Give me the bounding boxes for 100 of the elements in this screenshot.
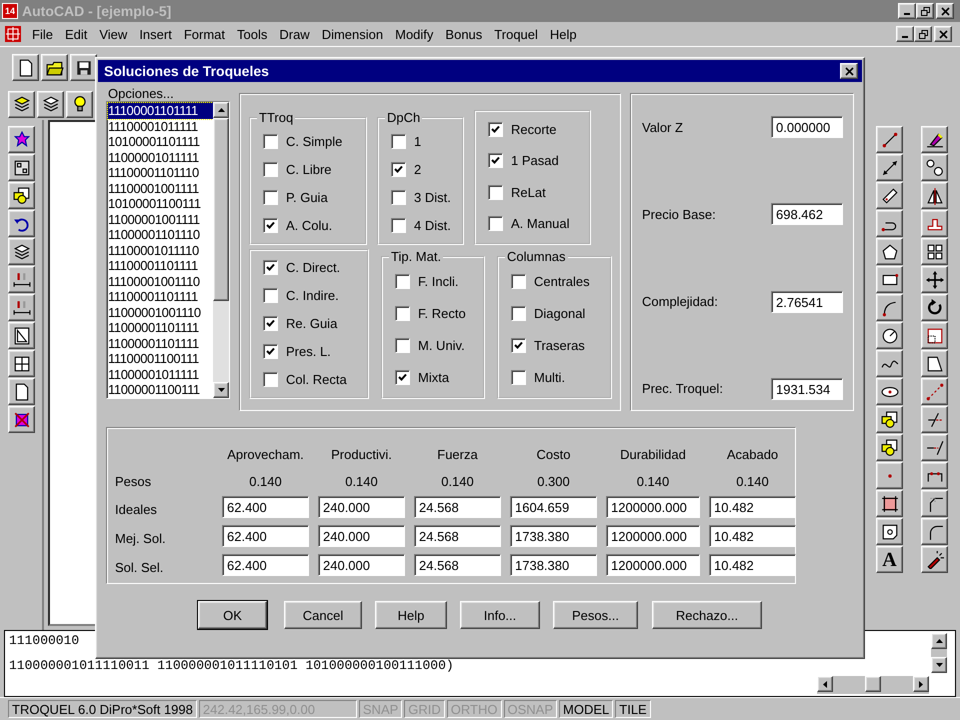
input-field[interactable]: 24.568 [414,496,501,518]
scroll-down-button[interactable] [931,657,947,673]
checkbox[interactable] [263,260,278,274]
status-toggle[interactable]: TILE [615,700,651,718]
list-item[interactable]: 11100001001111 [108,180,213,196]
dialog-button[interactable]: Info... [460,601,540,629]
stretch-icon[interactable] [921,350,948,377]
menu-item[interactable]: Format [178,26,231,42]
copy-icon[interactable] [921,154,948,181]
rotate-icon[interactable] [921,294,948,321]
list-item[interactable]: 11000001011111 [108,150,213,165]
polyline-icon[interactable] [876,210,903,237]
input-field[interactable]: 62.400 [222,496,309,518]
lightbulb-icon[interactable] [66,90,93,118]
hatch-icon[interactable] [876,490,903,517]
menu-item[interactable]: Dimension [316,26,390,42]
scale-icon[interactable] [921,322,948,349]
menu-item[interactable]: Help [544,26,583,42]
checkbox-label[interactable]: M. Univ. [418,338,465,353]
checkbox[interactable] [263,162,278,176]
layer-manager-icon[interactable] [8,90,35,118]
menu-item[interactable]: File [26,26,59,42]
checkbox-label[interactable]: C. Simple [286,134,342,148]
checkbox-label[interactable]: Diagonal [534,306,586,322]
dimension-icon[interactable] [8,294,35,321]
checkbox-label[interactable]: 2 [414,162,422,176]
dialog-button[interactable]: Help [375,601,447,629]
list-item[interactable]: 11100001011111 [108,118,213,134]
input-field[interactable]: 1604.659 [510,496,597,518]
undo-icon[interactable] [8,210,35,237]
menu-item[interactable]: Edit [58,26,94,42]
options-list[interactable] [106,101,230,399]
checkbox[interactable] [395,370,410,385]
input-field[interactable]: 62.400 [222,525,309,547]
checkbox-label[interactable]: ReLat [511,184,546,200]
crossed-figure-icon[interactable] [8,406,35,433]
checkbox[interactable] [391,218,406,232]
checkbox[interactable] [488,122,503,138]
point-icon[interactable] [876,462,903,489]
scroll-thumb[interactable] [213,118,229,301]
restore-button[interactable] [914,26,932,42]
checkbox[interactable] [263,218,278,232]
arc-icon[interactable] [876,294,903,321]
input-field[interactable]: 24.568 [414,525,501,547]
checkbox[interactable] [511,306,526,322]
scroll-up-button[interactable] [931,633,947,649]
input-field[interactable]: 1931.534 [771,378,843,400]
input-field[interactable]: 0.000000 [771,116,843,138]
checkbox-label[interactable]: F. Recto [418,306,466,322]
input-field[interactable]: 1200000.000 [606,496,700,518]
scroll-thumb[interactable] [865,676,881,692]
checkbox-label[interactable]: P. Guia [286,190,328,204]
chamfer-icon[interactable] [921,490,948,517]
list-item[interactable]: 11000001101111 [108,336,213,351]
input-field[interactable]: 1200000.000 [606,554,700,576]
menu-item[interactable]: Insert [133,26,178,42]
input-field[interactable]: 240.000 [318,554,405,576]
list-item[interactable]: 11100001100111 [108,351,213,366]
trim-icon[interactable] [921,406,948,433]
menu-item[interactable]: Troquel [488,26,544,42]
menu-item[interactable]: Draw [273,26,316,42]
checkbox-label[interactable]: A. Colu. [286,218,332,232]
checkbox-label[interactable]: C. Indire. [286,288,339,302]
menu-item[interactable]: View [93,26,134,42]
list-item[interactable]: 11000001011111 [108,366,213,382]
input-field[interactable]: 1200000.000 [606,525,700,547]
minimize-button[interactable] [896,26,914,42]
dialog-button[interactable]: OK [198,601,267,629]
input-field[interactable]: 240.000 [318,496,405,518]
menu-item[interactable]: Tools [231,26,274,42]
dialog-button[interactable]: Pesos... [553,601,638,629]
list-item[interactable]: 11000001100111 [108,382,213,398]
menu-item[interactable]: Modify [389,26,440,42]
break-icon[interactable] [921,462,948,489]
dialog-button[interactable]: Cancel [284,601,362,629]
checkbox-label[interactable]: C. Direct. [286,260,340,274]
list-item[interactable]: 11100001101110 [108,165,213,180]
checkbox-label[interactable]: A. Manual [511,216,570,231]
explode-icon[interactable] [921,546,948,573]
checkbox[interactable] [391,162,406,176]
checkbox-label[interactable]: Col. Recta [286,372,347,386]
checkbox[interactable] [391,190,406,204]
shapes-icon[interactable] [876,406,903,433]
input-field[interactable]: 1738.380 [510,525,597,547]
rectangle-icon[interactable] [876,266,903,293]
checkbox[interactable] [511,274,526,290]
checkbox[interactable] [391,134,406,148]
layers-icon[interactable] [8,238,35,265]
dimension-icon[interactable] [8,266,35,293]
close-button[interactable] [934,26,952,42]
region-icon[interactable] [876,518,903,545]
checkbox-label[interactable]: Centrales [534,274,590,290]
checkbox[interactable] [263,134,278,148]
mirror-icon[interactable] [921,182,948,209]
list-item[interactable]: 11000001001111 [108,212,213,227]
dialog-button[interactable]: Rechazo... [652,601,762,629]
checkbox[interactable] [488,153,503,168]
shapes-icon[interactable] [876,434,903,461]
list-item[interactable]: 11100001101111 [108,289,213,304]
list-item[interactable]: 11100001101111 [108,103,213,118]
